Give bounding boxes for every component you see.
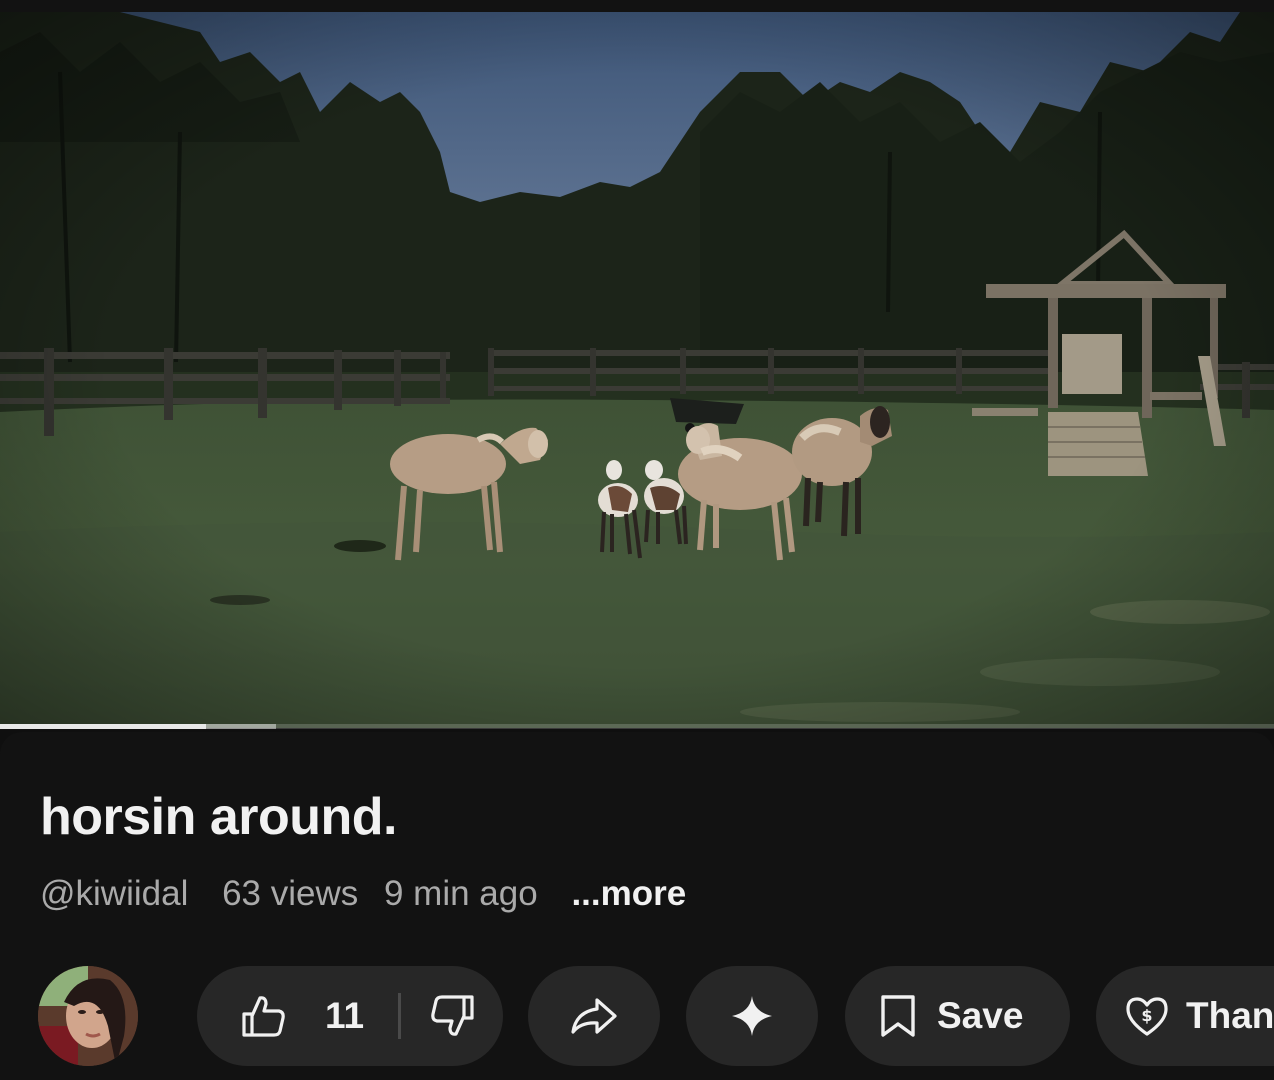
like-dislike-group: 11 [197, 966, 503, 1066]
thanks-button[interactable]: $ Than [1096, 966, 1274, 1066]
sheep-pasture-scene [0, 12, 1274, 728]
view-count: 63 views [222, 874, 359, 913]
bookmark-icon [881, 995, 915, 1037]
remix-button[interactable] [686, 966, 818, 1066]
sparkle-icon [732, 996, 772, 1036]
video-progress-bar[interactable] [0, 724, 1274, 729]
save-button[interactable]: Save [845, 966, 1070, 1066]
progress-played [0, 724, 207, 729]
video-title: horsin around. [40, 788, 398, 846]
share-button[interactable] [528, 966, 660, 1066]
share-arrow-icon [571, 998, 617, 1034]
heart-dollar-icon: $ [1126, 997, 1168, 1036]
channel-avatar[interactable] [38, 966, 138, 1066]
thumbs-down-icon [431, 995, 474, 1036]
top-edge [0, 0, 1274, 12]
more-description-link[interactable]: ...more [571, 874, 686, 914]
thanks-label: Than [1186, 995, 1274, 1036]
channel-handle[interactable]: @kiwiidal [40, 874, 188, 914]
like-button[interactable]: 11 [241, 994, 364, 1038]
video-watch-page: horsin around. @kiwiidal 63 views 9 min … [0, 0, 1274, 1080]
upload-time: 9 min ago [383, 874, 538, 913]
dislike-button[interactable] [429, 994, 475, 1038]
svg-text:$: $ [1141, 1006, 1152, 1025]
thumbs-up-icon [242, 996, 285, 1037]
video-metadata-row[interactable]: @kiwiidal 63 views 9 min ago ...more [40, 874, 686, 914]
like-count: 11 [325, 995, 365, 1036]
avatar-image [38, 966, 138, 1066]
save-label: Save [937, 995, 1024, 1036]
video-player[interactable] [0, 12, 1274, 728]
like-divider [398, 993, 402, 1039]
